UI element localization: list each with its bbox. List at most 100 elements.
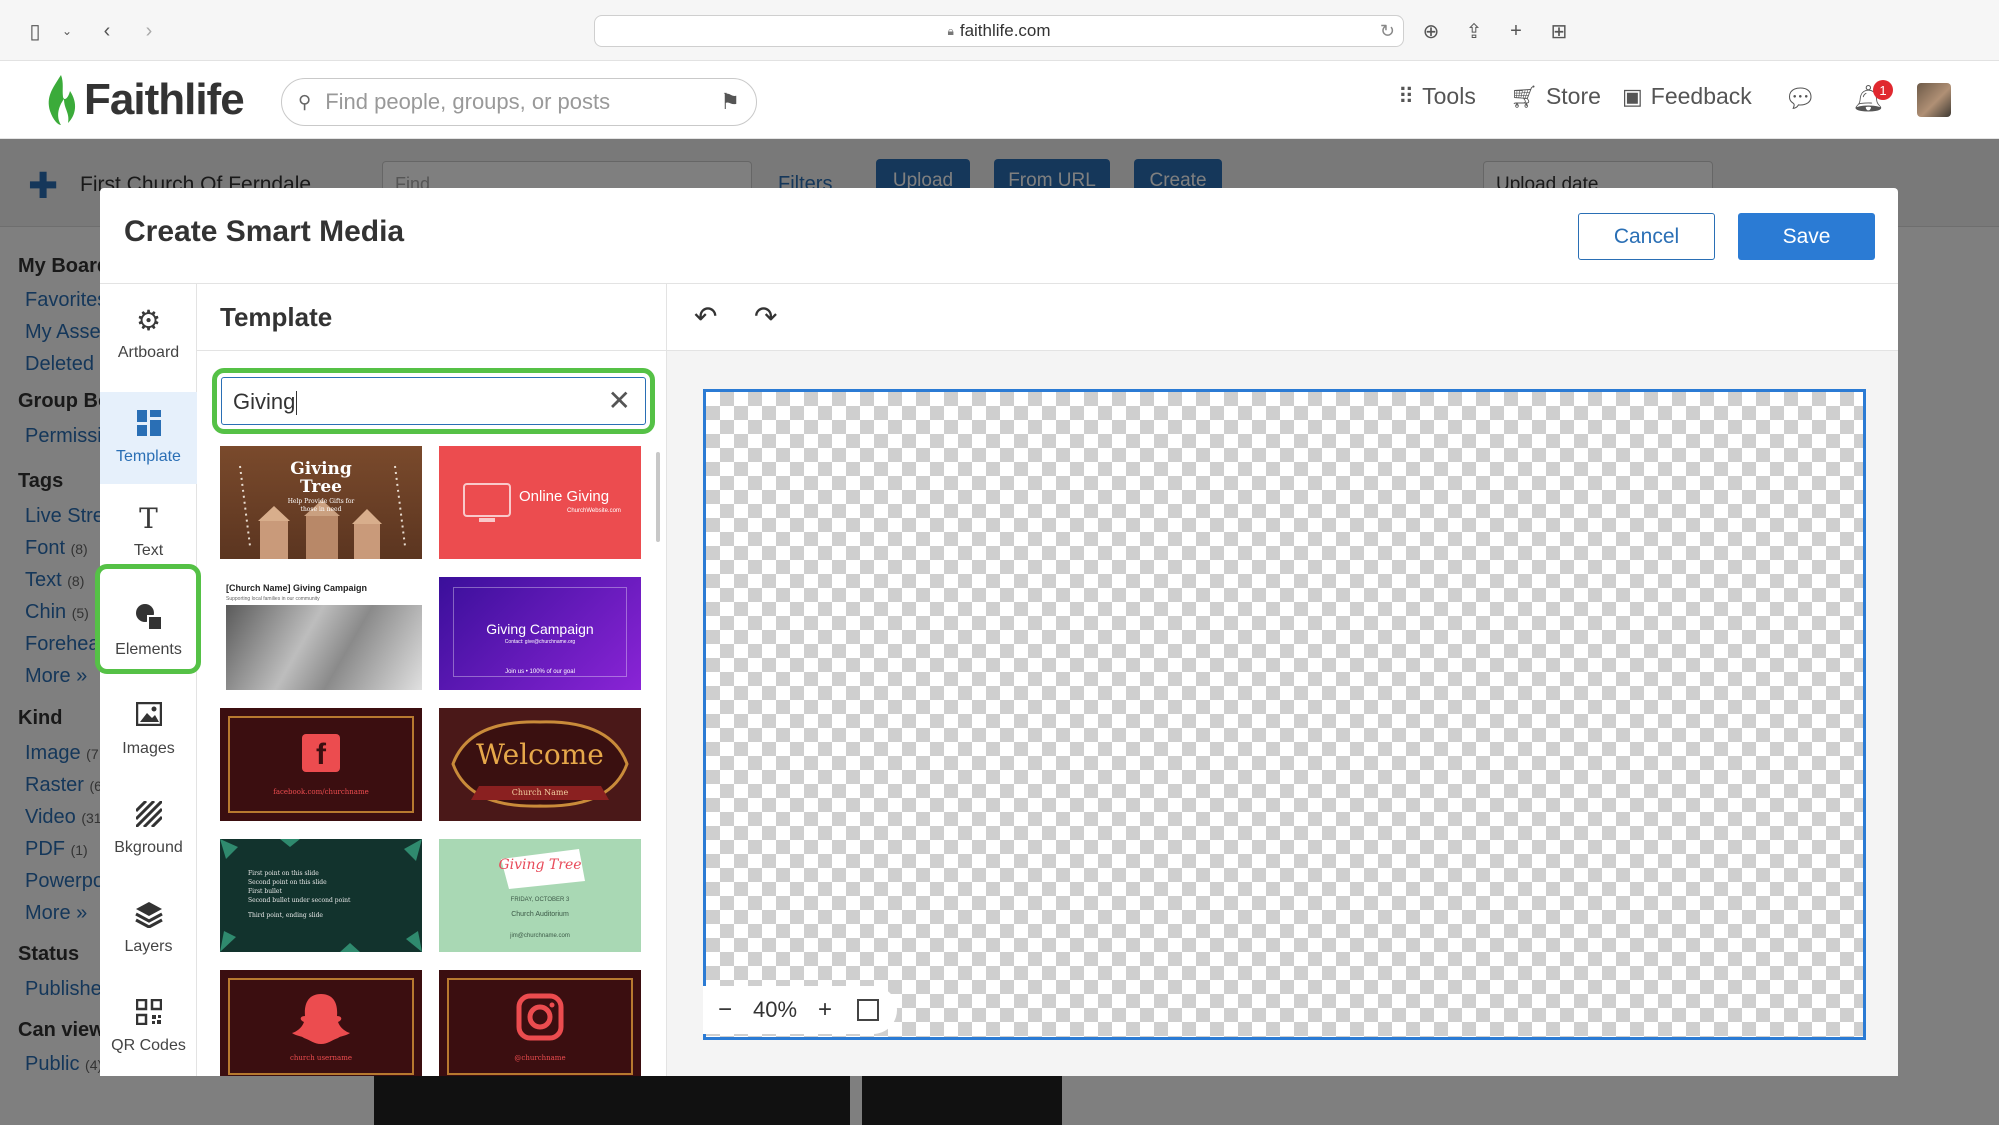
tool-elements[interactable]: Elements: [100, 590, 197, 672]
tool-label: Template: [116, 448, 181, 465]
template-text: First bullet: [248, 888, 282, 895]
dialog-title: Create Smart Media: [124, 215, 405, 248]
redo-icon[interactable]: ↷: [754, 300, 777, 333]
tool-label: Bkground: [114, 839, 183, 856]
fit-to-screen-icon[interactable]: [857, 999, 879, 1021]
background-icon: [134, 799, 163, 833]
template-thumbnail-giving-tree-event[interactable]: Giving Tree FRIDAY, OCTOBER 3 Church Aud…: [439, 839, 641, 952]
template-text: FRIDAY, OCTOBER 3: [510, 897, 570, 903]
template-text: Third point, ending slide: [248, 912, 323, 919]
tool-layers[interactable]: Layers: [100, 887, 197, 969]
editor-toolbar: ↶ ↷: [667, 284, 1898, 351]
tool-background[interactable]: Bkground: [100, 788, 197, 870]
template-text: First point on this slide: [248, 870, 319, 877]
template-icon: [136, 410, 161, 442]
tool-label: Elements: [115, 641, 182, 658]
template-text: Church Name: [511, 788, 569, 797]
template-thumbnail-welcome[interactable]: Welcome Church Name: [439, 708, 641, 821]
dialog-header: Create Smart Media Cancel Save: [100, 188, 1898, 284]
tool-text[interactable]: T Text: [100, 491, 197, 573]
template-thumbnail-instagram[interactable]: @churchname: [439, 970, 641, 1076]
template-thumbnail-snapchat[interactable]: church username: [220, 970, 422, 1076]
avatar[interactable]: [1917, 83, 1951, 117]
template-scrollbar[interactable]: [656, 452, 660, 542]
download-icon[interactable]: ⊕: [1418, 18, 1444, 44]
shapes-icon: [135, 603, 163, 635]
template-text: facebook.com/churchname: [273, 788, 369, 796]
zoom-level: 40%: [752, 997, 798, 1022]
template-text: Welcome: [476, 738, 604, 771]
back-icon[interactable]: ‹: [94, 18, 120, 44]
messages-icon[interactable]: 💬︎: [1784, 83, 1817, 114]
tool-template[interactable]: Template: [100, 392, 197, 484]
brand-name: Faithlife: [84, 75, 245, 124]
faithlife-logo[interactable]: Faithlife: [44, 71, 245, 129]
cancel-button[interactable]: Cancel: [1578, 213, 1715, 260]
grid-icon: ⠿: [1398, 83, 1415, 109]
flame-icon: [48, 75, 76, 125]
text-icon: T: [139, 502, 158, 535]
search-icon: ⚲: [298, 91, 312, 112]
template-thumbnail-giving-campaign-purple[interactable]: Giving Campaign Contact: give@churchname…: [439, 577, 641, 690]
template-text: Contact: give@churchname.org: [504, 639, 576, 645]
template-search-value: Giving: [233, 389, 296, 414]
address-bar[interactable]: 🔒︎ faithlife.com ↻: [594, 15, 1404, 47]
feedback-link[interactable]: ▣ Feedback: [1622, 83, 1752, 110]
reload-icon[interactable]: ↻: [1380, 21, 1395, 42]
image-icon: [135, 701, 162, 734]
store-link[interactable]: 🛒︎ Store: [1510, 83, 1601, 110]
facebook-icon: f: [302, 734, 340, 772]
site-header: Faithlife ⚲ Find people, groups, or post…: [0, 61, 1999, 139]
header-search-input[interactable]: Find people, groups, or posts: [325, 89, 720, 115]
tools-link[interactable]: ⠿ Tools: [1398, 83, 1476, 110]
gear-icon: ⚙: [135, 305, 162, 336]
template-thumbnail-giving-tree[interactable]: Giving Tree Help Provide Gifts for those…: [220, 446, 422, 559]
qr-code-icon: [135, 998, 162, 1031]
template-text: Join us • 100% of our goal: [505, 669, 575, 675]
tool-label: Artboard: [117, 344, 180, 361]
artboard-canvas[interactable]: [703, 389, 1866, 1040]
notification-badge: 1: [1873, 80, 1893, 100]
save-button[interactable]: Save: [1738, 213, 1875, 260]
template-text: jim@churchname.com: [510, 933, 570, 939]
template-text: ChurchWebsite.com: [567, 508, 621, 514]
template-thumbnail-facebook[interactable]: f facebook.com/churchname: [220, 708, 422, 821]
template-text: Giving: [290, 459, 352, 479]
template-text: Giving Tree: [498, 857, 582, 873]
sidebar-toggle-icon[interactable]: ▯: [22, 18, 48, 44]
layers-icon: [134, 900, 163, 932]
tab-overview-icon[interactable]: ⊞: [1546, 18, 1572, 44]
header-search[interactable]: ⚲ Find people, groups, or posts ⚑: [281, 78, 757, 126]
feedback-label: Feedback: [1650, 83, 1752, 109]
store-label: Store: [1545, 83, 1601, 109]
template-text: church username: [290, 1054, 352, 1062]
template-panel-header: Template: [197, 284, 666, 351]
zoom-in-button[interactable]: +: [803, 996, 847, 1024]
forward-icon[interactable]: ›: [136, 18, 162, 44]
chevron-down-icon[interactable]: ⌄: [54, 18, 80, 44]
tool-qr-codes[interactable]: QR Codes: [100, 986, 197, 1068]
tool-label: Layers: [124, 938, 173, 955]
template-text: Tree: [299, 477, 342, 497]
tool-artboard[interactable]: ⚙ Artboard: [100, 293, 197, 375]
tool-images[interactable]: Images: [100, 689, 197, 771]
template-panel: Template Giving ✕ Giving Tree Help Provi…: [197, 284, 667, 1076]
template-panel-title: Template: [220, 302, 333, 332]
template-search-input[interactable]: Giving ✕: [221, 377, 646, 425]
location-pin-icon[interactable]: ⚑: [720, 89, 740, 115]
template-text: [Church Name] Giving Campaign: [226, 583, 368, 593]
canvas-editor: ↶ ↷ − 40% +: [667, 284, 1898, 1076]
clear-search-icon[interactable]: ✕: [608, 384, 631, 417]
tool-label: QR Codes: [111, 1037, 186, 1054]
share-icon[interactable]: ⇪: [1461, 18, 1487, 44]
template-text: Church Auditorium: [511, 911, 569, 918]
template-text: Second bullet under second point: [248, 897, 351, 904]
template-thumbnail-giving-campaign-photo[interactable]: [Church Name] Giving Campaign Supporting…: [220, 577, 422, 690]
cart-icon: 🛒︎: [1510, 83, 1538, 109]
new-tab-icon[interactable]: +: [1503, 18, 1529, 44]
undo-icon[interactable]: ↶: [694, 300, 717, 333]
zoom-out-button[interactable]: −: [703, 996, 747, 1024]
template-thumbnail-bullets[interactable]: First point on this slide Second point o…: [220, 839, 422, 952]
template-text: Online Giving: [519, 488, 610, 505]
template-thumbnail-online-giving[interactable]: Online Giving ChurchWebsite.com: [439, 446, 641, 559]
